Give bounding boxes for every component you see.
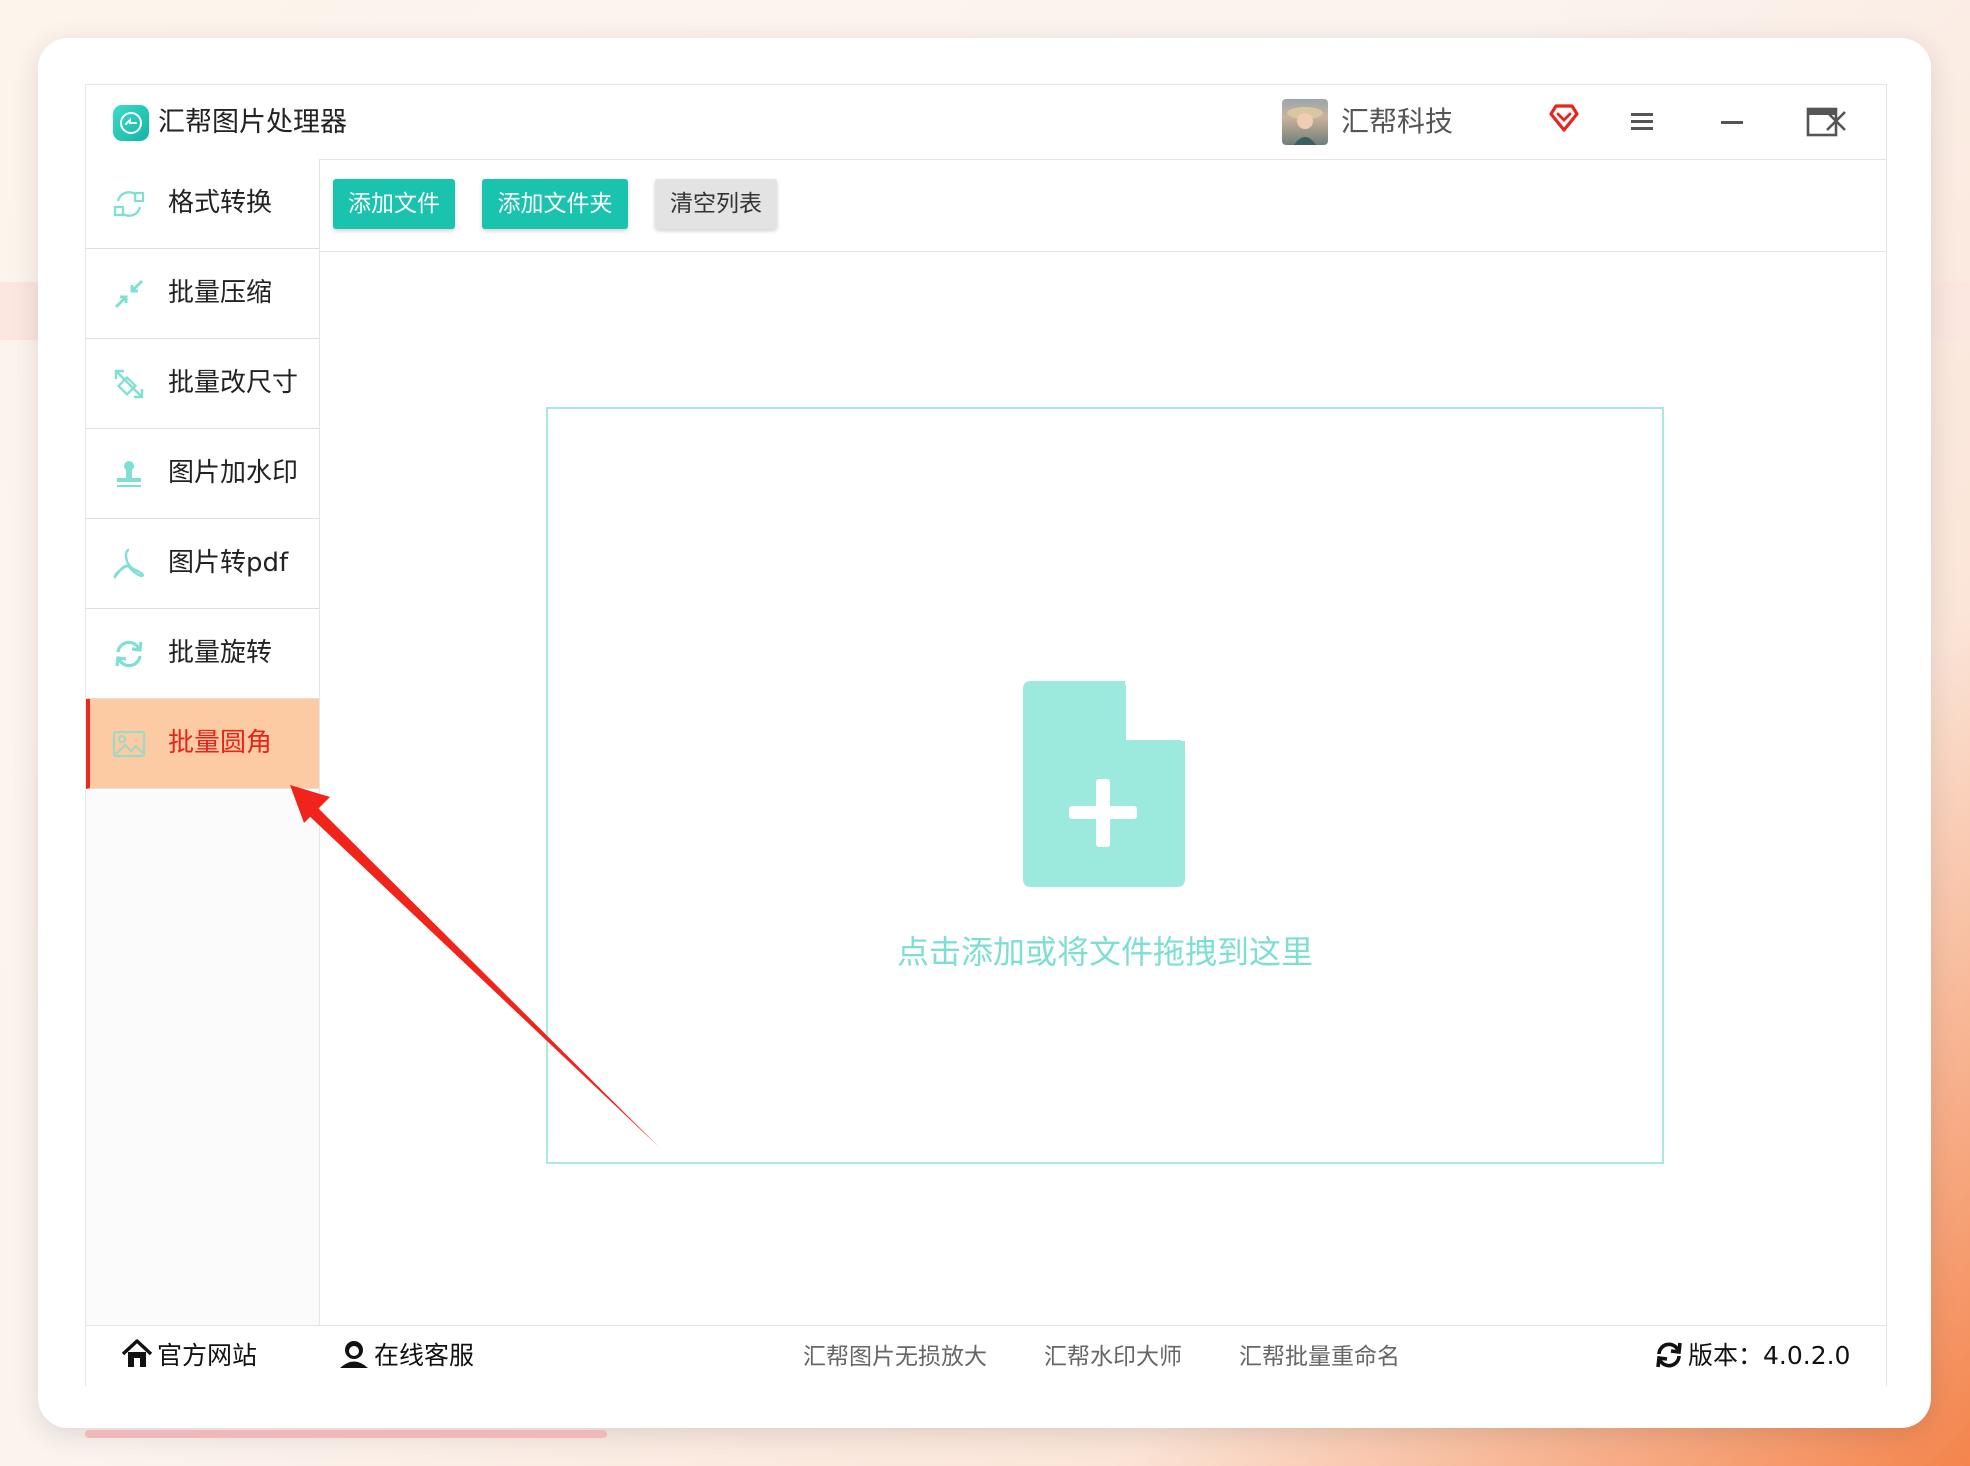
home-icon [121,1339,153,1367]
user-avatar[interactable] [1282,99,1328,145]
add-file-button[interactable]: 添加文件 [333,179,455,229]
title-bar: 汇帮图片处理器 汇帮科技 [86,85,1886,160]
version-label: 版本：4.0.2.0 [1688,1341,1851,1370]
app-title: 汇帮图片处理器 [158,107,347,138]
official-website-label: 官方网站 [157,1341,258,1370]
app-link-rename[interactable]: 汇帮批量重命名 [1239,1340,1400,1374]
user-name[interactable]: 汇帮科技 [1341,103,1453,141]
sidebar-item-watermark[interactable]: 图片加水印 [86,429,319,519]
toolbar: 添加文件 添加文件夹 清空列表 [320,159,1886,252]
round-corner-icon [112,730,146,758]
refresh-icon [1656,1342,1682,1368]
horizontal-scrollbar[interactable] [85,1430,607,1438]
minimize-icon [1721,121,1743,124]
sidebar: 格式转换 批量压缩 批量改尺寸 图片加水印 图片转pdf 批量旋转 批量圆角 [86,159,320,1325]
sidebar-item-label: 批量压缩 [168,278,273,308]
sidebar-item-resize[interactable]: 批量改尺寸 [86,339,319,429]
add-file-icon [1023,681,1185,887]
sidebar-item-label: 批量旋转 [168,638,273,668]
sidebar-item-label: 格式转换 [168,188,273,218]
app-link-watermark[interactable]: 汇帮水印大师 [1044,1340,1182,1374]
clear-list-button[interactable]: 清空列表 [655,179,777,229]
customer-service-icon [340,1341,368,1368]
sidebar-item-format-convert[interactable]: 格式转换 [86,159,319,249]
close-icon [1826,111,1846,131]
online-support-link[interactable]: 在线客服 [338,1338,474,1374]
footer: 官方网站 在线客服 汇帮图片无损放大 汇帮水印大师 汇帮批量重命名 版本：4.0… [86,1325,1886,1386]
pdf-icon [113,548,145,580]
sidebar-item-pdf[interactable]: 图片转pdf [86,519,319,609]
minimize-button[interactable] [1712,102,1752,142]
drop-hint-text: 点击添加或将文件拖拽到这里 [896,933,1313,971]
app-link-upscale[interactable]: 汇帮图片无损放大 [803,1340,987,1374]
compress-icon [114,279,144,309]
format-convert-icon [113,191,145,217]
watermark-icon [117,461,141,487]
rotate-icon [115,640,143,668]
close-button[interactable] [1816,101,1856,141]
sidebar-item-label: 图片转pdf [168,548,289,578]
add-folder-button[interactable]: 添加文件夹 [482,179,628,229]
file-drop-zone[interactable]: 点击添加或将文件拖拽到这里 [546,407,1664,1164]
sidebar-item-round-corner[interactable]: 批量圆角 [86,699,319,789]
menu-icon [1631,113,1653,130]
app-window: 汇帮图片处理器 汇帮科技 格式转换 批量压缩 批量改尺寸 图片加水印 图片转pd… [85,84,1887,1386]
sidebar-item-compress[interactable]: 批量压缩 [86,249,319,339]
sidebar-item-label: 批量圆角 [168,728,273,758]
menu-button[interactable] [1622,102,1662,142]
official-website-link[interactable]: 官方网站 [121,1338,257,1374]
sidebar-item-label: 批量改尺寸 [168,368,299,398]
sidebar-item-rotate[interactable]: 批量旋转 [86,609,319,699]
vip-diamond-icon[interactable] [1548,101,1580,137]
resize-icon [114,369,144,399]
version-info[interactable]: 版本：4.0.2.0 [1654,1338,1850,1374]
app-logo-icon [113,105,149,141]
sidebar-item-label: 图片加水印 [168,458,299,488]
online-support-label: 在线客服 [374,1341,475,1370]
